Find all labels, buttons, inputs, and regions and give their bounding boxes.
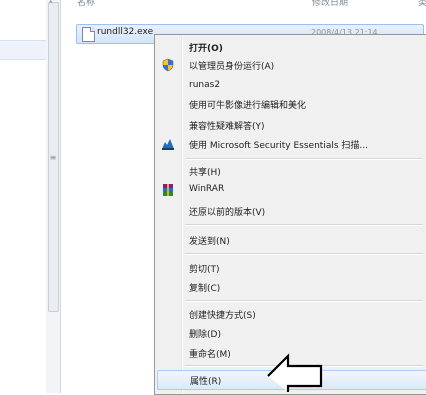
file-name: rundll32.exe	[97, 27, 154, 37]
menu-item-label: 删除(D)	[189, 330, 221, 340]
exe-file-icon	[82, 27, 95, 42]
navigation-pane	[0, 0, 47, 393]
menu-item-compat-troubleshoot[interactable]: 兼容性疑难解答(Y)	[157, 116, 425, 134]
column-type-header[interactable]: 类	[418, 0, 426, 8]
context-menu: 打开(O) 以管理员身份运行(A) runas2 使用可牛影像进行编辑和美化 兼…	[154, 34, 426, 395]
menu-item-label: runas2	[189, 80, 221, 90]
menu-item-label: 重命名(M)	[189, 350, 231, 360]
pointing-arrow-icon	[267, 353, 323, 392]
menu-item-label: 以管理员身份运行(A)	[189, 62, 275, 72]
menu-item-send-to[interactable]: 发送到(N)	[157, 231, 425, 249]
menu-item-label: 使用可牛影像进行编辑和美化	[189, 101, 307, 111]
sort-arrow-icon: ▴	[49, 0, 55, 5]
menu-item-open[interactable]: 打开(O)	[157, 38, 425, 56]
menu-item-label: 打开(O)	[189, 44, 223, 54]
menu-item-create-shortcut[interactable]: 创建快捷方式(S)	[157, 305, 425, 323]
column-name-header[interactable]: 名称	[77, 0, 95, 8]
winrar-icon	[161, 183, 175, 197]
menu-item-run-as-admin[interactable]: 以管理员身份运行(A)	[157, 56, 425, 74]
menu-item-restore-versions[interactable]: 还原以前的版本(V)	[157, 202, 425, 220]
menu-separator	[185, 224, 423, 226]
menu-separator	[185, 158, 423, 160]
menu-item-share[interactable]: 共享(H)	[157, 162, 425, 180]
menu-item-label: 创建快捷方式(S)	[189, 311, 256, 321]
mse-icon	[161, 137, 175, 151]
menu-separator	[185, 253, 423, 255]
menu-item-kuniu-edit[interactable]: 使用可牛影像进行编辑和美化	[157, 95, 425, 113]
menu-item-label: 还原以前的版本(V)	[189, 208, 266, 218]
menu-item-cut[interactable]: 剪切(T)	[157, 259, 425, 277]
column-header: ▴ 名称 修改日期 类	[49, 0, 426, 10]
menu-item-mse-scan[interactable]: 使用 Microsoft Security Essentials 扫描...	[157, 135, 425, 153]
pane-splitter[interactable]: ≡	[46, 0, 61, 393]
menu-item-label: 发送到(N)	[189, 237, 230, 247]
menu-item-runas2[interactable]: runas2	[157, 77, 425, 95]
menu-item-label: 剪切(T)	[189, 265, 220, 275]
splitter-grip-icon: ≡	[49, 153, 57, 162]
menu-item-copy[interactable]: 复制(C)	[157, 278, 425, 296]
menu-item-label: WinRAR	[189, 184, 225, 194]
uac-shield-icon	[161, 58, 175, 72]
menu-item-label: 共享(H)	[189, 168, 221, 178]
nav-selected-row[interactable]	[0, 40, 46, 60]
menu-item-label: 兼容性疑难解答(Y)	[189, 122, 265, 132]
column-date-header[interactable]: 修改日期	[312, 0, 348, 8]
menu-separator	[185, 300, 423, 302]
menu-item-label: 复制(C)	[189, 284, 221, 294]
menu-item-label: 使用 Microsoft Security Essentials 扫描...	[189, 141, 368, 151]
menu-item-winrar[interactable]: WinRAR	[157, 181, 425, 199]
menu-item-label: 属性(R)	[190, 377, 222, 387]
menu-item-delete[interactable]: 删除(D)	[157, 324, 425, 342]
